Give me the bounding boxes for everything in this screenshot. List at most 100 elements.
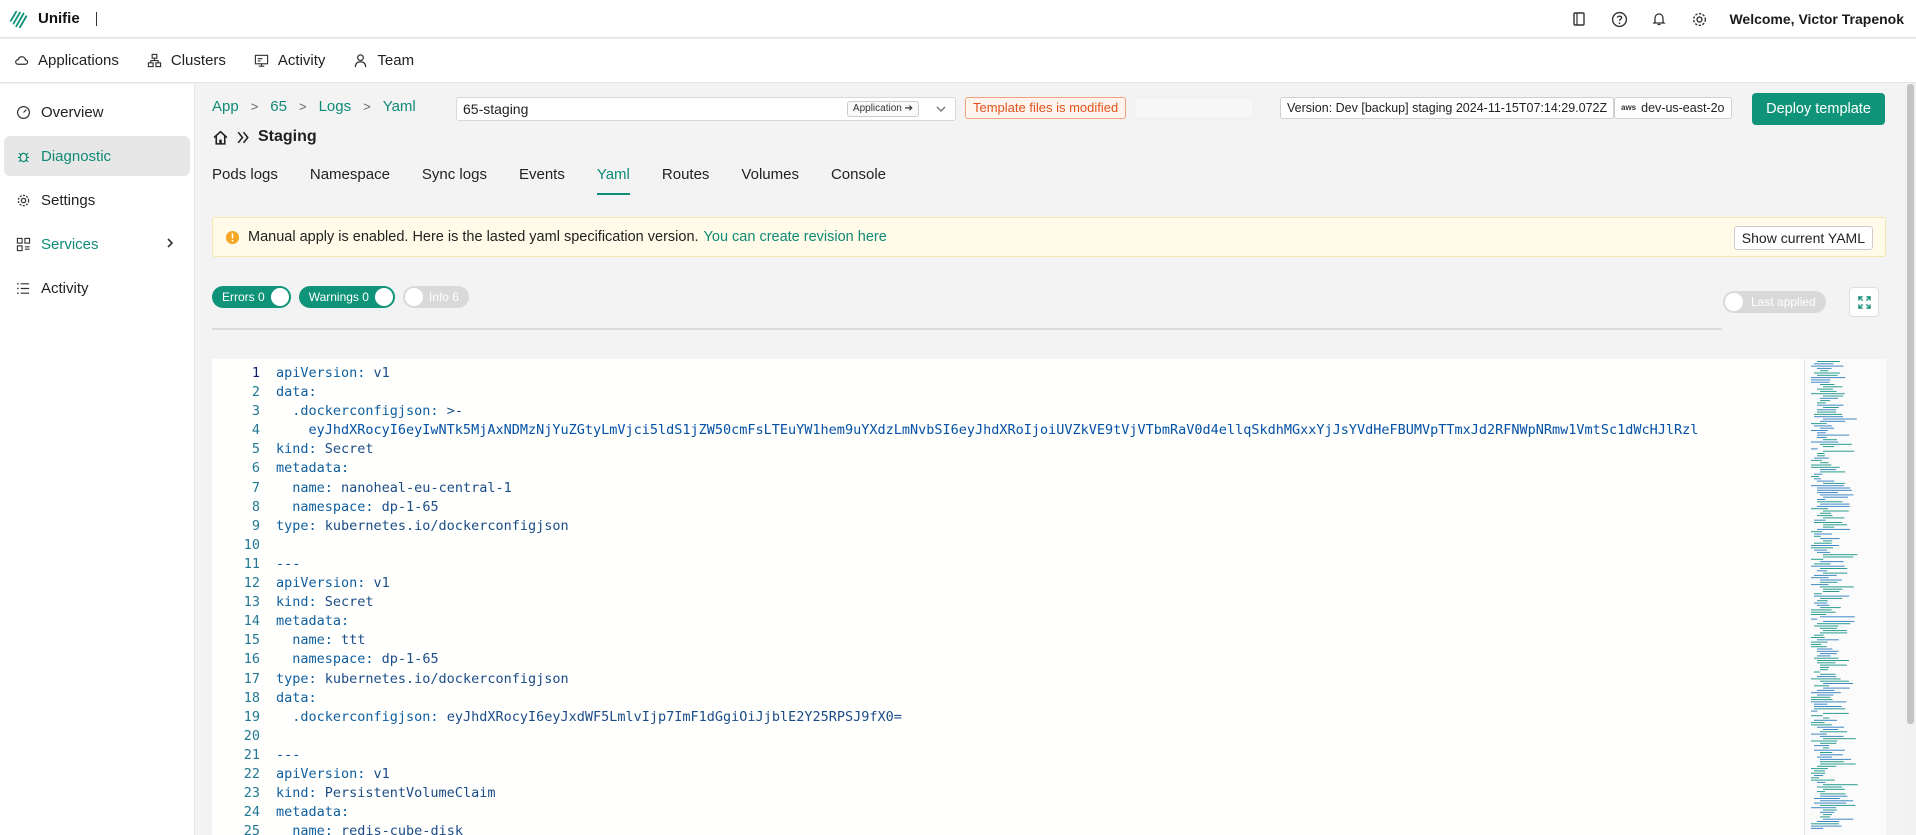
code-line[interactable]: apiVersion: v1 — [276, 364, 1806, 383]
code-line[interactable]: data: — [276, 689, 1806, 708]
help-icon[interactable] — [1609, 9, 1629, 29]
tab-pods-logs[interactable]: Pods logs — [212, 166, 278, 195]
tab-volumes[interactable]: Volumes — [741, 166, 799, 195]
code-line[interactable]: name: nanoheal-eu-central-1 — [276, 479, 1806, 498]
code-line[interactable]: apiVersion: v1 — [276, 574, 1806, 593]
application-link-badge[interactable]: Application ➔ — [846, 101, 919, 117]
minimap-line — [1814, 535, 1821, 537]
minimap-line — [1817, 367, 1832, 369]
minimap-line — [1817, 756, 1832, 758]
code-line[interactable]: data: — [276, 383, 1806, 402]
minimap-line — [1814, 671, 1821, 673]
sidebar-item-label: Diagnostic — [41, 147, 112, 165]
errors-toggle[interactable]: Errors 0 — [212, 286, 291, 308]
code-line[interactable]: eyJhdXRocyI6eyIwNTk5MjAxNDMzNjYuZGtyLmVj… — [276, 421, 1806, 440]
minimap-line — [1814, 749, 1845, 751]
gear-icon[interactable] — [1689, 9, 1709, 29]
environment-select[interactable]: 65-staging Application ➔ — [456, 97, 956, 121]
minimap-line — [1811, 779, 1835, 781]
nav-clusters[interactable]: Clusters — [147, 52, 226, 69]
minimap-line — [1814, 703, 1828, 705]
minimap-line — [1811, 696, 1831, 698]
code-line[interactable]: name: redis-cube-disk — [276, 822, 1806, 835]
code-line[interactable]: metadata: — [276, 803, 1806, 822]
home-icon[interactable] — [212, 129, 229, 146]
sidebar-item-label: Settings — [41, 191, 96, 209]
tab-yaml[interactable]: Yaml — [596, 166, 630, 195]
minimap-line — [1814, 798, 1840, 799]
minimap-line — [1823, 395, 1844, 397]
sidebar-item-diagnostic[interactable]: Diagnostic — [4, 136, 190, 176]
code-area[interactable]: apiVersion: v1 data: .dockerconfigjson: >… — [276, 364, 1806, 835]
code-line[interactable]: --- — [276, 746, 1806, 765]
minimap-line — [1817, 515, 1833, 517]
code-line[interactable]: metadata: — [276, 612, 1806, 631]
scrollbar-thumb[interactable] — [1907, 84, 1914, 724]
show-current-yaml-button[interactable]: Show current YAML — [1733, 226, 1873, 250]
minimap-line — [1814, 625, 1839, 627]
nav-applications[interactable]: Applications — [14, 52, 119, 69]
editor-minimap[interactable] — [1804, 359, 1886, 835]
toggle-knob — [270, 288, 289, 306]
minimap-line — [1814, 745, 1830, 747]
minimap-line — [1820, 443, 1853, 445]
minimap-line — [1817, 551, 1830, 553]
code-line[interactable]: kind: Secret — [276, 440, 1806, 459]
sidebar-item-overview[interactable]: Overview — [4, 92, 190, 132]
warnings-toggle-label: Warnings 0 — [308, 290, 369, 304]
minimap-line — [1817, 689, 1835, 691]
line-number: 4 — [251, 422, 260, 439]
tab-console[interactable]: Console — [831, 166, 886, 195]
line-number: 25 — [243, 823, 260, 835]
breadcrumb-65[interactable]: 65 — [270, 98, 287, 115]
code-line[interactable] — [276, 727, 1806, 746]
code-line[interactable]: namespace: dp-1-65 — [276, 650, 1806, 669]
minimap-line — [1811, 545, 1839, 546]
page-scrollbar[interactable] — [1905, 84, 1916, 835]
minimap-line — [1823, 818, 1854, 820]
code-line[interactable]: apiVersion: v1 — [276, 765, 1806, 784]
tab-events[interactable]: Events — [519, 166, 565, 195]
tab-namespace[interactable]: Namespace — [310, 166, 390, 195]
nav-team[interactable]: Team — [353, 52, 414, 69]
create-revision-link[interactable]: You can create revision here — [704, 229, 887, 245]
code-line[interactable]: name: ttt — [276, 631, 1806, 650]
deploy-template-button[interactable]: Deploy template — [1752, 93, 1885, 125]
code-line[interactable]: metadata: — [276, 459, 1806, 478]
code-line[interactable]: kind: PersistentVolumeClaim — [276, 784, 1806, 803]
code-line[interactable]: namespace: dp-1-65 — [276, 498, 1806, 517]
minimap-line — [1820, 731, 1848, 733]
fullscreen-button[interactable] — [1849, 287, 1879, 317]
code-line[interactable]: .dockerconfigjson: eyJhdXRocyI6eyJxdWF5L… — [276, 708, 1806, 727]
tab-routes[interactable]: Routes — [662, 166, 710, 195]
welcome-user[interactable]: Welcome, Victor Trapenok — [1729, 11, 1904, 27]
sidebar-item-activity[interactable]: Activity — [4, 268, 190, 308]
info-toggle[interactable]: Info 6 — [402, 286, 469, 308]
minimap-line — [1823, 510, 1849, 512]
minimap-line — [1823, 554, 1858, 556]
yaml-editor[interactable]: 1 2 3 4 5 6 7 8 9 10 11 12 13 14 15 16 17 18 19 20 21 22 23 24 2… — [212, 359, 1886, 835]
code-line[interactable]: type: kubernetes.io/dockerconfigjson — [276, 670, 1806, 689]
code-line[interactable]: --- — [276, 555, 1806, 574]
tab-sync-logs[interactable]: Sync logs — [422, 166, 487, 195]
toggle-knob — [404, 288, 423, 306]
last-applied-toggle[interactable]: Last applied — [1723, 291, 1826, 313]
minimap-line — [1820, 793, 1846, 795]
sidebar-item-services[interactable]: Services — [4, 224, 190, 264]
nav-activity[interactable]: Activity — [254, 52, 325, 69]
code-line[interactable]: .dockerconfigjson: >- — [276, 402, 1806, 421]
code-line[interactable]: kind: Secret — [276, 593, 1806, 612]
breadcrumb-yaml[interactable]: Yaml — [383, 98, 416, 115]
book-icon[interactable] — [1569, 9, 1589, 29]
breadcrumb-app[interactable]: App — [212, 98, 239, 115]
minimap-line — [1817, 455, 1825, 457]
sidebar-item-settings[interactable]: Settings — [4, 180, 190, 220]
minimap-line — [1823, 738, 1856, 740]
brand[interactable]: Unifie — [8, 8, 97, 30]
code-line[interactable] — [276, 536, 1806, 555]
breadcrumb-logs[interactable]: Logs — [319, 98, 352, 115]
minimap-line — [1811, 825, 1842, 827]
bell-icon[interactable] — [1649, 9, 1669, 29]
code-line[interactable]: type: kubernetes.io/dockerconfigjson — [276, 517, 1806, 536]
warnings-toggle[interactable]: Warnings 0 — [298, 286, 395, 308]
